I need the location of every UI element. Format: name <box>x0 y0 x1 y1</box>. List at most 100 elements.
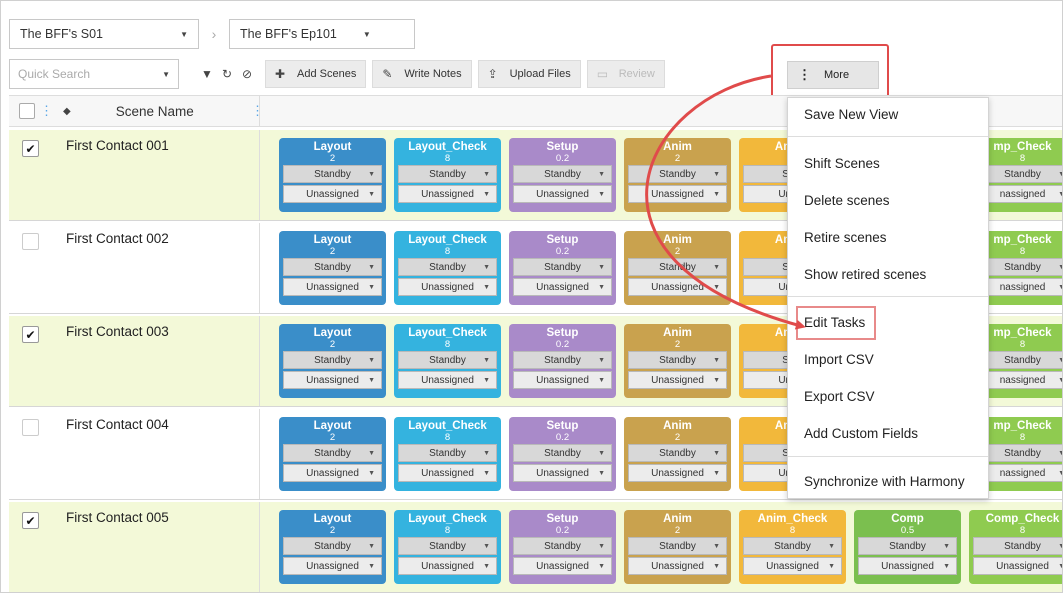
status-select[interactable]: Standby▼ <box>398 165 497 183</box>
assignee-select[interactable]: Unassigned▼ <box>398 278 497 296</box>
cancel-icon[interactable]: ⊘ <box>237 60 257 88</box>
task-card[interactable]: Layout 2 Standby ▼ Unassigned ▼ <box>279 324 386 398</box>
project-dropdown[interactable]: The BFF's S01 ▼ <box>9 19 199 49</box>
status-select[interactable]: Standby▼ <box>628 537 727 555</box>
task-card[interactable]: Layout_Check 8 Standby ▼ Unassigned ▼ <box>394 138 501 212</box>
task-card[interactable]: Setup 0.2 Standby ▼ Unassigned ▼ <box>509 138 616 212</box>
assignee-select[interactable]: Unassigned▼ <box>628 185 727 203</box>
menu-item-synchronize-harmony[interactable]: Synchronize with Harmony <box>804 474 965 489</box>
menu-item-export-csv[interactable]: Export CSV <box>804 389 875 404</box>
menu-item-retire-scenes[interactable]: Retire scenes <box>804 230 887 245</box>
column-menu-icon[interactable]: ⋮ <box>251 103 264 119</box>
status-select[interactable]: Standby▼ <box>858 537 957 555</box>
scene-name[interactable]: First Contact 003 <box>66 324 169 339</box>
scene-name-header[interactable]: Scene Name <box>116 104 194 119</box>
task-card[interactable]: Layout_Check 8 Standby ▼ Unassigned ▼ <box>394 231 501 305</box>
status-select[interactable]: Standby▼ <box>513 258 612 276</box>
menu-item-edit-tasks[interactable]: Edit Tasks <box>804 315 865 330</box>
status-select[interactable]: Standby▼ <box>628 444 727 462</box>
scene-name[interactable]: First Contact 001 <box>66 138 169 153</box>
task-card[interactable]: Setup 0.2 Standby ▼ Unassigned ▼ <box>509 417 616 491</box>
assignee-select[interactable]: Unassigned▼ <box>283 278 382 296</box>
task-card[interactable]: Anim_Check 8 Standby ▼ Unassigned ▼ <box>739 510 846 584</box>
task-card[interactable]: Anim 2 Standby ▼ Unassigned ▼ <box>624 324 731 398</box>
assignee-select[interactable]: Unassigned▼ <box>973 557 1062 575</box>
task-card[interactable]: Layout_Check 8 Standby ▼ Unassigned ▼ <box>394 417 501 491</box>
status-select[interactable]: Standby▼ <box>513 351 612 369</box>
assignee-select[interactable]: Unassigned▼ <box>513 185 612 203</box>
assignee-select[interactable]: Unassigned▼ <box>628 278 727 296</box>
task-card[interactable]: Layout_Check 8 Standby ▼ Unassigned ▼ <box>394 324 501 398</box>
status-select[interactable]: Standby▼ <box>283 165 382 183</box>
sort-icon[interactable]: ◆ <box>63 106 71 117</box>
row-checkbox[interactable] <box>22 233 39 250</box>
menu-item-delete-scenes[interactable]: Delete scenes <box>804 193 890 208</box>
assignee-select[interactable]: Unassigned▼ <box>398 557 497 575</box>
status-select[interactable]: Standby▼ <box>513 537 612 555</box>
task-card[interactable]: Setup 0.2 Standby ▼ Unassigned ▼ <box>509 231 616 305</box>
menu-item-save-new-view[interactable]: Save New View <box>804 107 898 122</box>
assignee-select[interactable]: Unassigned▼ <box>283 371 382 389</box>
task-card[interactable]: Anim 2 Standby ▼ Unassigned ▼ <box>624 231 731 305</box>
status-select[interactable]: Standby▼ <box>628 165 727 183</box>
row-checkbox[interactable]: ✔ <box>22 512 39 529</box>
status-select[interactable]: Standby▼ <box>283 444 382 462</box>
assignee-select[interactable]: Unassigned▼ <box>743 557 842 575</box>
assignee-select[interactable]: Unassigned▼ <box>628 371 727 389</box>
status-select[interactable]: Standby▼ <box>398 351 497 369</box>
task-card[interactable]: Layout 2 Standby ▼ Unassigned ▼ <box>279 138 386 212</box>
table-row[interactable]: ✔ First Contact 005 Layout 2 Standby ▼ Unassig… <box>9 502 1062 592</box>
assignee-select[interactable]: Unassigned▼ <box>628 557 727 575</box>
status-select[interactable]: Standby▼ <box>398 444 497 462</box>
menu-item-add-custom-fields[interactable]: Add Custom Fields <box>804 426 918 441</box>
assignee-select[interactable]: Unassigned▼ <box>283 557 382 575</box>
task-card[interactable]: Anim 2 Standby ▼ Unassigned ▼ <box>624 417 731 491</box>
assignee-select[interactable]: Unassigned▼ <box>628 464 727 482</box>
assignee-select[interactable]: Unassigned▼ <box>858 557 957 575</box>
assignee-select[interactable]: Unassigned▼ <box>283 464 382 482</box>
menu-item-import-csv[interactable]: Import CSV <box>804 352 874 367</box>
status-select[interactable]: Standby▼ <box>283 351 382 369</box>
status-select[interactable]: Standby▼ <box>628 351 727 369</box>
review-button[interactable]: ▭ Review <box>586 60 665 88</box>
row-checkbox[interactable]: ✔ <box>22 326 39 343</box>
status-select[interactable]: Standby▼ <box>513 165 612 183</box>
menu-item-show-retired-scenes[interactable]: Show retired scenes <box>804 267 926 282</box>
status-select[interactable]: Standby▼ <box>283 537 382 555</box>
status-select[interactable]: Standby▼ <box>973 537 1062 555</box>
assignee-select[interactable]: Unassigned▼ <box>513 371 612 389</box>
quick-search-input[interactable]: Quick Search ▼ <box>9 59 179 89</box>
status-select[interactable]: Standby▼ <box>398 537 497 555</box>
scene-name[interactable]: First Contact 005 <box>66 510 169 525</box>
episode-dropdown[interactable]: The BFF's Ep101 ▼ <box>229 19 415 49</box>
task-card[interactable]: Comp_Check8Standby▼ Unassigned▼ <box>969 510 1062 584</box>
task-card[interactable]: Anim 2 Standby ▼ Unassigned ▼ <box>624 510 731 584</box>
upload-files-button[interactable]: ⇪ Upload Files <box>477 60 581 88</box>
assignee-select[interactable]: Unassigned▼ <box>283 185 382 203</box>
add-scenes-button[interactable]: ✚ Add Scenes <box>265 60 367 88</box>
scene-name[interactable]: First Contact 004 <box>66 417 169 432</box>
task-card[interactable]: Setup 0.2 Standby ▼ Unassigned ▼ <box>509 324 616 398</box>
assignee-select[interactable]: Unassigned▼ <box>398 464 497 482</box>
assignee-select[interactable]: Unassigned▼ <box>513 557 612 575</box>
menu-item-shift-scenes[interactable]: Shift Scenes <box>804 156 880 171</box>
select-all-checkbox[interactable] <box>19 103 35 119</box>
status-select[interactable]: Standby▼ <box>513 444 612 462</box>
assignee-select[interactable]: Unassigned▼ <box>398 371 497 389</box>
row-checkbox[interactable] <box>22 419 39 436</box>
status-select[interactable]: Standby▼ <box>628 258 727 276</box>
assignee-select[interactable]: Unassigned▼ <box>513 278 612 296</box>
status-select[interactable]: Standby▼ <box>743 537 842 555</box>
filter-icon[interactable]: ▼ <box>197 60 217 88</box>
write-notes-button[interactable]: ✎ Write Notes <box>372 60 472 88</box>
assignee-select[interactable]: Unassigned▼ <box>513 464 612 482</box>
task-card[interactable]: Comp 0.5 Standby ▼ Unassigned ▼ <box>854 510 961 584</box>
task-card[interactable]: Layout_Check 8 Standby ▼ Unassigned ▼ <box>394 510 501 584</box>
row-checkbox[interactable]: ✔ <box>22 140 39 157</box>
task-card[interactable]: Layout 2 Standby ▼ Unassigned ▼ <box>279 510 386 584</box>
task-card[interactable]: Anim 2 Standby ▼ Unassigned ▼ <box>624 138 731 212</box>
refresh-icon[interactable]: ↻ <box>217 60 237 88</box>
column-menu-icon[interactable]: ⋮ <box>40 103 53 119</box>
assignee-select[interactable]: Unassigned▼ <box>398 185 497 203</box>
task-card[interactable]: Layout 2 Standby ▼ Unassigned ▼ <box>279 231 386 305</box>
